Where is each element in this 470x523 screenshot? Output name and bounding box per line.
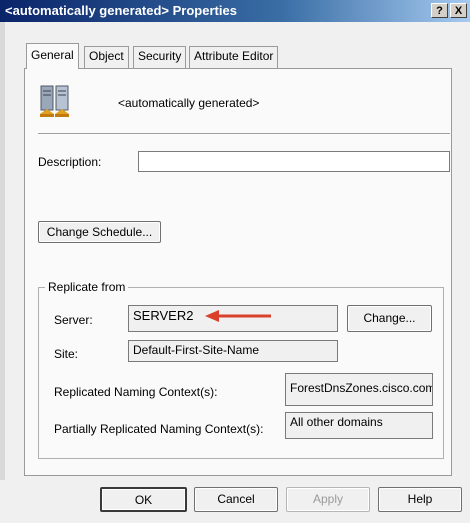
change-schedule-button[interactable]: Change Schedule... <box>38 221 161 243</box>
tab-security[interactable]: Security <box>133 46 187 68</box>
description-label: Description: <box>38 155 102 169</box>
site-label: Site: <box>54 347 79 361</box>
partial-naming-context-label: Partially Replicated Naming Context(s): <box>54 422 264 436</box>
site-field: Default-First-Site-Name <box>128 340 338 362</box>
naming-context-label: Replicated Naming Context(s): <box>54 385 218 399</box>
divider <box>38 133 450 134</box>
object-name: <automatically generated> <box>118 96 260 110</box>
naming-context-field: ForestDnsZones.cisco.com <box>285 373 433 406</box>
change-server-button[interactable]: Change... <box>347 305 432 332</box>
annotation-arrow-icon <box>205 310 271 322</box>
replicate-from-label: Replicate from <box>45 280 129 294</box>
partial-naming-context-field: All other domains <box>285 412 433 439</box>
window-title: <automatically generated> Properties <box>5 3 237 18</box>
help-title-button[interactable]: ? <box>431 3 448 18</box>
description-field[interactable] <box>138 151 450 172</box>
cancel-button[interactable]: Cancel <box>194 487 278 512</box>
close-button[interactable]: X <box>450 3 467 18</box>
tab-general[interactable]: General <box>26 43 79 69</box>
title-bar[interactable]: <automatically generated> Properties ? X <box>0 0 470 22</box>
help-button[interactable]: Help <box>378 487 462 512</box>
server-icon <box>40 85 69 117</box>
server-label: Server: <box>54 313 93 327</box>
ok-button[interactable]: OK <box>100 487 187 512</box>
properties-dialog: <automatically generated> Properties ? X… <box>0 0 470 523</box>
apply-button[interactable]: Apply <box>286 487 370 512</box>
tab-attribute-editor[interactable]: Attribute Editor <box>189 46 279 68</box>
tab-object[interactable]: Object <box>84 46 129 68</box>
window-edge <box>0 22 5 523</box>
